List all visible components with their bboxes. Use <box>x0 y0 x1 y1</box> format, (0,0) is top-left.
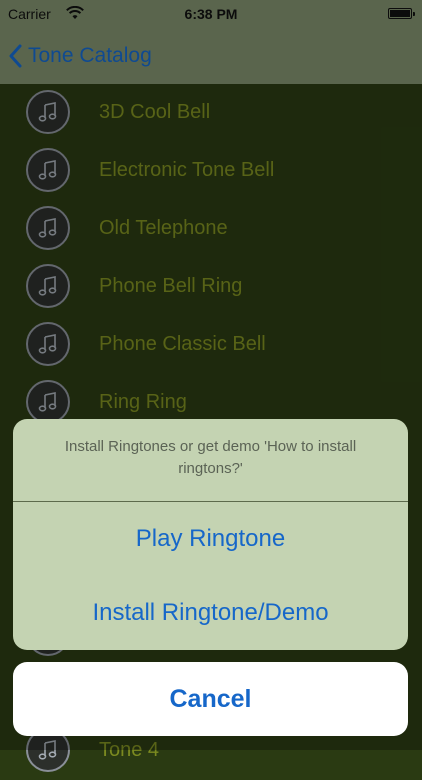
cancel-button[interactable]: Cancel <box>13 662 408 736</box>
action-sheet: Install Ringtones or get demo 'How to in… <box>13 419 408 650</box>
action-sheet-message: Install Ringtones or get demo 'How to in… <box>64 438 357 477</box>
install-ringtone-demo-button[interactable]: Install Ringtone/Demo <box>13 576 408 650</box>
play-ringtone-button[interactable]: Play Ringtone <box>13 502 408 576</box>
